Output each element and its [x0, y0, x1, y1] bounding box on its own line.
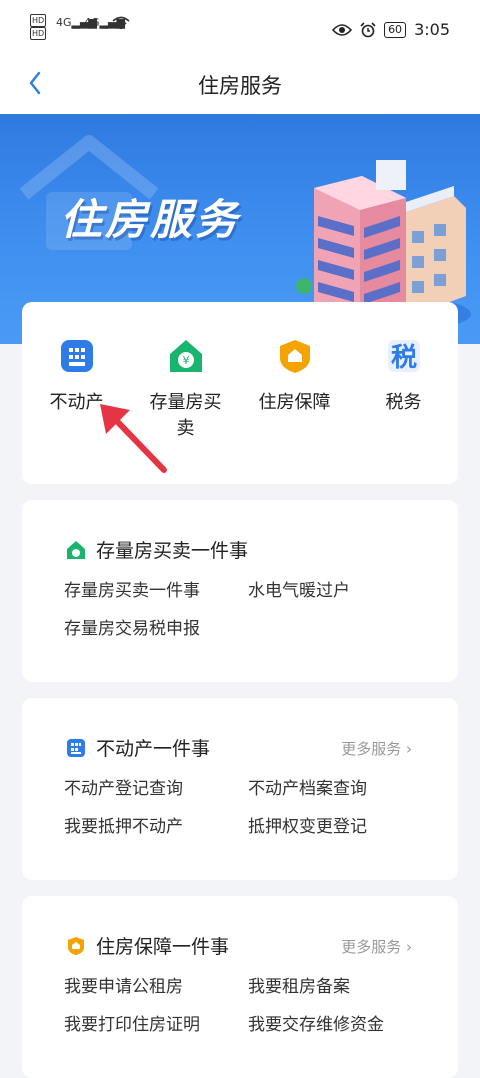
section-card-real-estate: 不动产一件事 更多服务 › 不动产登记查询 不动产档案查询 我要抵押不动产 抵押… — [22, 698, 458, 880]
navigation-bar: 住房服务 — [0, 58, 480, 114]
wifi-icon — [112, 16, 130, 33]
service-link[interactable]: 我要打印住房证明 — [64, 1010, 200, 1035]
section-title: 不动产一件事 — [96, 738, 211, 760]
service-link[interactable]: 水电气暖过户 — [248, 576, 350, 601]
more-services-link[interactable]: 更多服务 › — [341, 738, 412, 759]
battery-indicator: 60 — [384, 21, 407, 38]
house-yen-icon: ¥ — [169, 340, 202, 372]
service-tax[interactable]: 税 税务 — [349, 338, 458, 416]
service-link[interactable]: 抵押权变更登记 — [248, 812, 367, 837]
section-title: 住房保障一件事 — [96, 936, 230, 958]
section-header: 住房保障一件事 — [66, 932, 229, 959]
service-link[interactable]: 我要交存维修资金 — [248, 1010, 384, 1035]
status-right: 60 3:05 — [332, 20, 450, 39]
status-bar: HD HD 4G▂▄▆ 4G▂▄▆ 60 3:05 — [0, 0, 480, 58]
service-link[interactable]: 我要租房备案 — [248, 972, 350, 997]
red-arrow-annotation — [100, 404, 167, 473]
section-card-housing-security: 住房保障一件事 更多服务 › 我要申请公租房 我要租房备案 我要打印住房证明 我… — [22, 896, 458, 1078]
service-link[interactable]: 存量房买卖一件事 — [64, 576, 200, 601]
service-link[interactable]: 不动产档案查询 — [248, 774, 367, 799]
section-title: 存量房买卖一件事 — [96, 540, 249, 562]
building-grid-icon — [60, 340, 93, 372]
hd-badge: HD — [30, 14, 47, 27]
shield-house-icon — [68, 936, 84, 955]
service-link[interactable]: 我要申请公租房 — [64, 972, 183, 997]
page-title: 住房服务 — [198, 74, 282, 98]
svg-text:¥: ¥ — [182, 354, 189, 367]
service-link[interactable]: 我要抵押不动产 — [64, 812, 183, 837]
clock: 3:05 — [414, 20, 450, 39]
eye-icon — [332, 23, 353, 36]
section-header: 存量房买卖一件事 — [66, 536, 248, 563]
shield-house-icon — [279, 340, 310, 373]
building-grid-icon — [67, 738, 85, 757]
service-label: 住房保障 — [258, 392, 331, 413]
hd-badges: HD HD — [30, 14, 48, 40]
house-yen-icon — [67, 540, 85, 559]
tax-character-icon: 税 — [387, 340, 420, 373]
service-label: 税务 — [385, 392, 422, 413]
service-link[interactable]: 存量房交易税申报 — [64, 614, 200, 639]
chevron-right-icon: › — [406, 938, 412, 956]
more-services-link[interactable]: 更多服务 › — [341, 936, 412, 957]
section-card-housing-trade: 存量房买卖一件事 存量房买卖一件事 水电气暖过户 存量房交易税申报 — [22, 500, 458, 682]
service-grid-card: 不动产 ¥ 存量房买卖 住房保障 税 税务 — [22, 302, 458, 484]
hd-badge: HD — [30, 27, 47, 40]
section-header: 不动产一件事 — [66, 734, 210, 761]
chevron-right-icon: › — [406, 740, 412, 758]
service-housing-security[interactable]: 住房保障 — [240, 338, 349, 416]
alarm-icon — [360, 21, 376, 37]
banner-title: 住房服务 — [60, 195, 241, 244]
svg-text:税: 税 — [390, 343, 416, 373]
service-link[interactable]: 不动产登记查询 — [64, 774, 183, 799]
